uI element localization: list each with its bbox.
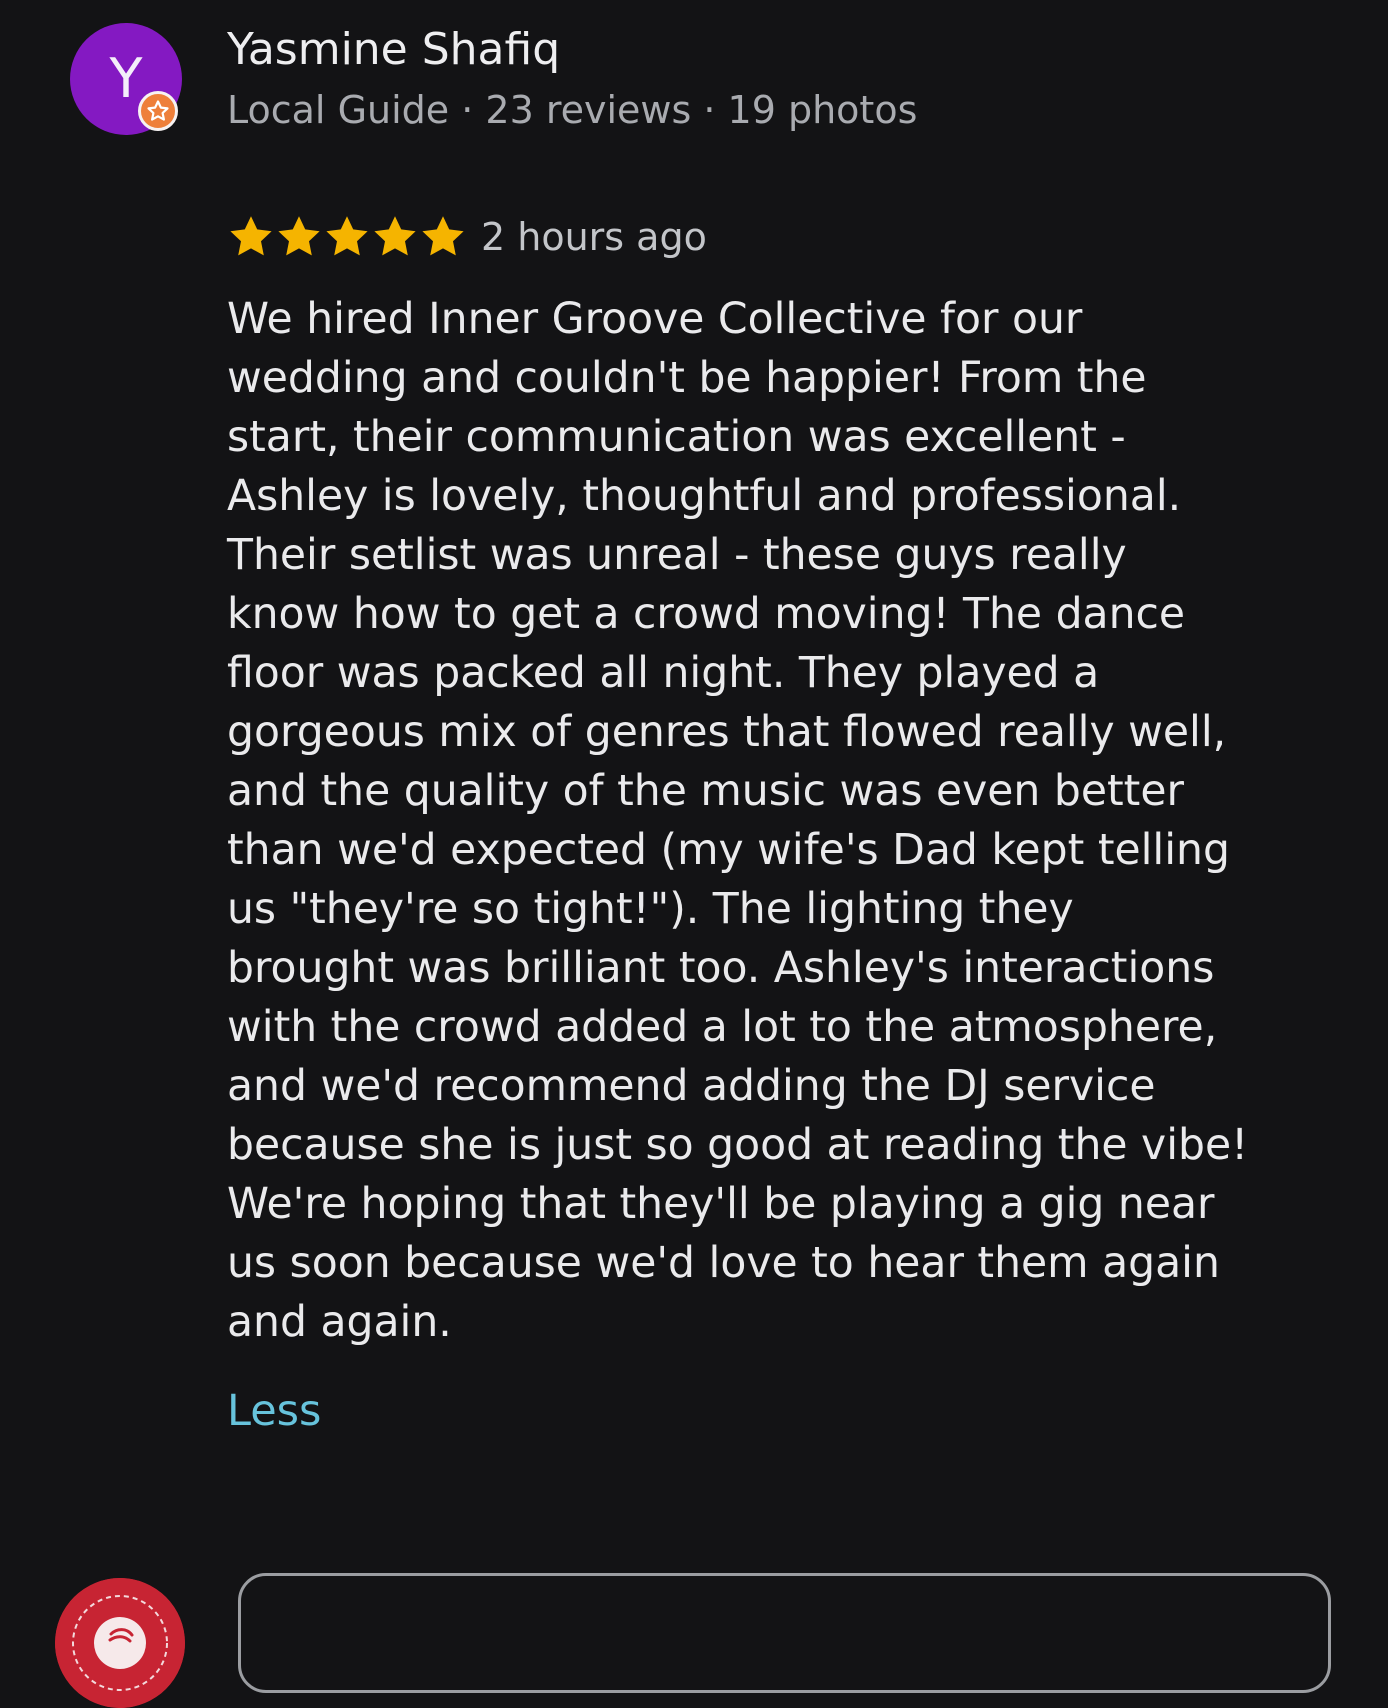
review-text-line: than we'd expected (my wife's Dad kept t… bbox=[227, 826, 1230, 875]
review-text-line: Their setlist was unreal - these guys re… bbox=[227, 531, 1127, 580]
star-rating bbox=[227, 213, 467, 261]
star-icon bbox=[371, 213, 419, 261]
review-text-line: We're hoping that they'll be playing a g… bbox=[227, 1180, 1215, 1229]
inner-groove-logo-icon[interactable] bbox=[55, 1578, 185, 1708]
review-text-line: us "they're so tight!"). The lighting th… bbox=[227, 885, 1074, 934]
review-text-line: We hired Inner Groove Collective for our bbox=[227, 295, 1083, 344]
review-text-line: and the quality of the music was even be… bbox=[227, 767, 1184, 816]
reviewer-meta: Local Guide · 23 reviews · 19 photos bbox=[227, 88, 918, 132]
review-timestamp: 2 hours ago bbox=[481, 215, 707, 259]
review-text-line: know how to get a crowd moving! The danc… bbox=[227, 590, 1186, 639]
review-text-line: start, their communication was excellent… bbox=[227, 413, 1126, 462]
local-guide-star-icon bbox=[138, 91, 178, 131]
review-text-line: and we'd recommend adding the DJ service bbox=[227, 1062, 1156, 1111]
star-icon bbox=[275, 213, 323, 261]
avatar-initial: Y bbox=[109, 47, 143, 110]
review-text-line: and again. bbox=[227, 1298, 452, 1347]
review-text-line: gorgeous mix of genres that flowed reall… bbox=[227, 708, 1227, 757]
star-icon bbox=[419, 213, 467, 261]
rating-row: 2 hours ago bbox=[227, 210, 707, 264]
review-text-line: floor was packed all night. They played … bbox=[227, 649, 1100, 698]
review-text-line: Ashley is lovely, thoughtful and profess… bbox=[227, 472, 1182, 521]
less-button[interactable]: Less bbox=[227, 1383, 321, 1439]
star-icon bbox=[323, 213, 371, 261]
review-text-line: because she is just so good at reading t… bbox=[227, 1121, 1249, 1170]
reviewer-name[interactable]: Yasmine Shafiq bbox=[227, 22, 560, 78]
review-text-line: us soon because we'd love to hear them a… bbox=[227, 1239, 1220, 1288]
review-text-line: wedding and couldn't be happier! From th… bbox=[227, 354, 1147, 403]
owner-reply-box[interactable] bbox=[238, 1573, 1331, 1693]
star-icon bbox=[227, 213, 275, 261]
review-text-line: with the crowd added a lot to the atmosp… bbox=[227, 1003, 1218, 1052]
review-text-line: brought was brilliant too. Ashley's inte… bbox=[227, 944, 1215, 993]
review-body: We hired Inner Groove Collective for our… bbox=[227, 290, 1367, 1352]
